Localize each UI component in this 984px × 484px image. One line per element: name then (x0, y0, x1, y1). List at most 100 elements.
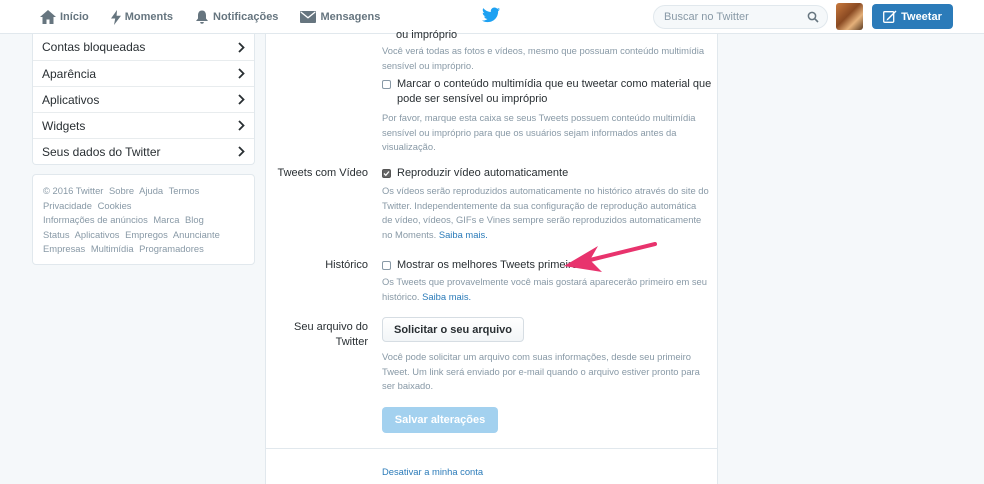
footer-line: Empresas Multimídia Programadores (43, 242, 244, 257)
footer-link[interactable]: Aplicativos (75, 229, 120, 240)
menu-item-blocked-accounts[interactable]: Contas bloqueadas (33, 34, 254, 60)
description-line: visualização. (382, 141, 436, 152)
footer-link[interactable]: Multimídia (91, 243, 134, 254)
menu-item-label: Contas bloqueadas (42, 40, 146, 54)
chevron-right-icon (238, 41, 245, 53)
autoplay-video-description: Os vídeos serão reproduzidos automaticam… (382, 184, 709, 242)
nav-home-label: Início (60, 11, 89, 23)
deactivate-account-link[interactable]: Desativar a minha conta (382, 466, 483, 477)
description-line: Você pode solicitar um arquivo com suas … (382, 351, 692, 362)
twitter-bird-logo-icon[interactable] (482, 7, 500, 23)
nav-home[interactable]: Início (40, 10, 89, 24)
search-icon[interactable] (807, 11, 819, 23)
description-line: Twitter. Independentemente da sua config… (382, 199, 697, 211)
description-text: histórico. (382, 290, 420, 302)
annotation-arrow-icon (564, 242, 657, 272)
mark-media-checkbox[interactable] (382, 80, 391, 89)
footer-link[interactable]: Termos (169, 185, 200, 196)
footer-link[interactable]: Informações de anúncios (43, 214, 148, 225)
chevron-right-icon (238, 94, 245, 105)
footer-link[interactable]: Sobre (109, 185, 134, 196)
nav-notifications-label: Notificações (213, 11, 279, 23)
envelope-icon (300, 11, 317, 23)
footer-line: © 2016 Twitter Sobre Ajuda Termos (43, 184, 244, 199)
menu-item-your-twitter-data[interactable]: Seus dados do Twitter (33, 138, 254, 164)
menu-item-label: Aplicativos (42, 92, 100, 107)
description-line: sensível ou impróprio. (382, 59, 474, 71)
search-input[interactable] (664, 11, 804, 23)
menu-item-appearance[interactable]: Aparência (33, 60, 254, 86)
learn-more-link[interactable]: Saiba mais. (439, 229, 488, 240)
lightning-icon (110, 9, 121, 25)
footer-link[interactable]: Programadores (139, 243, 204, 254)
footer-link[interactable]: Empresas (43, 243, 85, 254)
chevron-right-icon (238, 68, 245, 79)
nav-messages-label: Mensagens (320, 11, 381, 23)
menu-item-label: Seus dados do Twitter (42, 144, 161, 159)
footer-copyright: © 2016 Twitter (43, 185, 104, 196)
nav-moments[interactable]: Moments (110, 9, 174, 25)
nav-notifications[interactable]: Notificações (195, 10, 278, 24)
footer-link[interactable]: Empregos (125, 229, 168, 240)
menu-item-label: Widgets (42, 118, 86, 133)
description-line: Tweet. Um link será enviado por e-mail q… (382, 365, 700, 377)
description-line: histórico. Saiba mais. (382, 290, 707, 305)
best-tweets-first-checkbox[interactable] (382, 261, 391, 270)
request-archive-button[interactable]: Solicitar o seu arquivo (382, 317, 524, 342)
checkmark-icon (383, 171, 390, 177)
mark-media-description: Por favor, marque esta caixa se seus Twe… (382, 111, 696, 155)
tweet-button-label: Tweetar (901, 10, 942, 23)
autoplay-video-option[interactable]: Reproduzir vídeo automaticamente (382, 166, 568, 181)
compose-quill-icon (883, 10, 897, 23)
description-line: Você verá todas as fotos e vídeos, mesmo… (382, 45, 705, 56)
footer-line: Privacidade Cookies (43, 199, 244, 214)
timeline-label: Histórico (325, 259, 368, 271)
section-divider (266, 448, 717, 449)
home-icon (40, 10, 56, 24)
learn-more-link[interactable]: Saiba mais. (422, 291, 471, 302)
chevron-right-icon (238, 120, 245, 131)
bell-icon (196, 10, 209, 24)
mark-media-label: Marcar o conteúdo multimídia que eu twee… (397, 77, 711, 107)
description-line: sensível ou impróprio para que os usuári… (382, 126, 677, 138)
autoplay-video-checkbox[interactable] (382, 169, 391, 178)
footer-line: Informações de anúncios Marca Blog (43, 213, 244, 228)
best-tweets-first-option[interactable]: Mostrar os melhores Tweets primeiro (382, 258, 578, 273)
settings-menu: Contas bloqueadas Aparência Aplicativos … (32, 34, 255, 165)
footer-link[interactable]: Ajuda (139, 185, 163, 196)
description-text: no Moments. (382, 228, 437, 240)
label-line: Twitter (335, 336, 368, 348)
search-box[interactable] (653, 5, 828, 29)
video-tweets-label: Tweets com Vídeo (277, 167, 369, 179)
tweet-button[interactable]: Tweetar (872, 4, 953, 29)
footer-line: Status Aplicativos Empregos Anunciante (43, 228, 244, 243)
media-option-partial-label: ou impróprio (396, 29, 458, 41)
footer-link[interactable]: Status (43, 229, 70, 240)
description-line: Por favor, marque esta caixa se seus Twe… (382, 112, 696, 123)
nav-moments-label: Moments (124, 11, 174, 23)
menu-item-widgets[interactable]: Widgets (33, 112, 254, 138)
label-line: Marcar o conteúdo multimídia que eu twee… (397, 78, 712, 90)
footer-link[interactable]: Blog (185, 214, 204, 225)
chevron-right-icon (238, 146, 245, 157)
mark-media-sensitive-option[interactable]: Marcar o conteúdo multimídia que eu twee… (382, 77, 711, 107)
footer-link[interactable]: Privacidade (43, 200, 92, 211)
footer-link[interactable]: Anunciante (173, 229, 220, 240)
label-line: Seu arquivo do (294, 321, 368, 333)
footer-link[interactable]: Cookies (98, 200, 132, 211)
media-option-partial: ou impróprio (396, 28, 457, 43)
menu-item-apps[interactable]: Aplicativos (33, 86, 254, 112)
user-avatar[interactable] (836, 3, 863, 30)
best-tweets-first-label: Mostrar os melhores Tweets primeiro (397, 259, 578, 271)
nav-messages[interactable]: Mensagens (300, 11, 380, 23)
description-line: de vídeo, vídeos, GIFs e Vines sempre se… (382, 214, 702, 225)
footer-link[interactable]: Marca (153, 214, 179, 225)
save-changes-button[interactable]: Salvar alterações (382, 407, 498, 433)
top-navigation-bar: Início Moments Notificações Mensagens Tw… (0, 0, 984, 34)
description-line: Os vídeos serão reproduzidos automaticam… (382, 185, 709, 196)
description-line: ser baixado. (382, 380, 434, 391)
media-display-description: Você verá todas as fotos e vídeos, mesmo… (382, 44, 704, 73)
main-nav: Início Moments Notificações Mensagens (40, 0, 402, 34)
menu-item-label: Aparência (42, 66, 97, 81)
label-line: pode ser sensível ou impróprio (397, 93, 548, 105)
